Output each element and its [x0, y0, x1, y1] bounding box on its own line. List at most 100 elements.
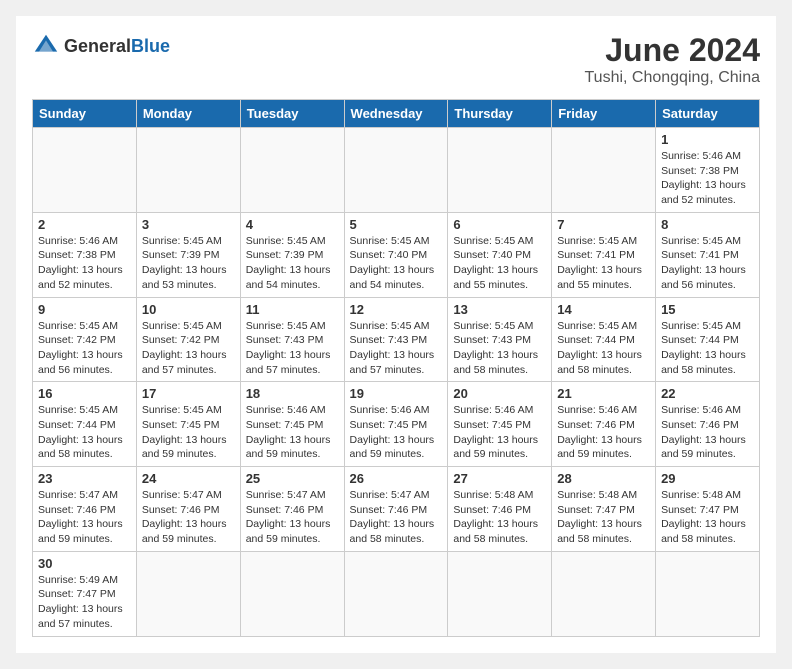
week-row-1: 1Sunrise: 5:46 AM Sunset: 7:38 PM Daylig…	[33, 128, 760, 213]
day-cell: 22Sunrise: 5:46 AM Sunset: 7:46 PM Dayli…	[656, 382, 760, 467]
day-number: 10	[142, 302, 235, 317]
day-cell: 7 Sunrise: 5:45 AM Sunset: 7:41 PM Daylig…	[552, 212, 656, 297]
weekday-header-monday: Monday	[136, 100, 240, 128]
day-info: Sunrise: 5:49 AM Sunset: 7:47 PM Dayligh…	[38, 573, 131, 632]
day-number: 15	[661, 302, 754, 317]
day-info: Sunrise: 5:46 AM Sunset: 7:45 PM Dayligh…	[453, 403, 546, 462]
day-info: Sunrise: 5:48 AM Sunset: 7:46 PM Dayligh…	[453, 488, 546, 547]
day-info: Sunrise: 5:45 AM Sunset: 7:42 PM Dayligh…	[142, 319, 235, 378]
day-cell: 28 Sunrise: 5:48 AM Sunset: 7:47 PM Dayli…	[552, 467, 656, 552]
day-number: 26	[350, 471, 443, 486]
day-number: 18	[246, 386, 339, 401]
day-cell: 30Sunrise: 5:49 AM Sunset: 7:47 PM Dayli…	[33, 551, 137, 636]
logo: GeneralBlue	[32, 32, 170, 60]
day-number: 2	[38, 217, 131, 232]
day-cell: 19 Sunrise: 5:46 AM Sunset: 7:45 PM Dayli…	[344, 382, 448, 467]
day-info: Sunrise: 5:47 AM Sunset: 7:46 PM Dayligh…	[246, 488, 339, 547]
day-cell: 16Sunrise: 5:45 AM Sunset: 7:44 PM Dayli…	[33, 382, 137, 467]
day-cell	[33, 128, 137, 213]
day-info: Sunrise: 5:45 AM Sunset: 7:41 PM Dayligh…	[557, 234, 650, 293]
day-cell	[448, 128, 552, 213]
day-cell	[240, 551, 344, 636]
weekday-header-wednesday: Wednesday	[344, 100, 448, 128]
day-number: 20	[453, 386, 546, 401]
day-cell: 18 Sunrise: 5:46 AM Sunset: 7:45 PM Dayli…	[240, 382, 344, 467]
day-number: 6	[453, 217, 546, 232]
day-cell: 27 Sunrise: 5:48 AM Sunset: 7:46 PM Dayli…	[448, 467, 552, 552]
week-row-3: 9 Sunrise: 5:45 AM Sunset: 7:42 PM Daylig…	[33, 297, 760, 382]
day-number: 22	[661, 386, 754, 401]
day-cell: 29 Sunrise: 5:48 AM Sunset: 7:47 PM Dayli…	[656, 467, 760, 552]
day-info: Sunrise: 5:47 AM Sunset: 7:46 PM Dayligh…	[142, 488, 235, 547]
day-info: Sunrise: 5:45 AM Sunset: 7:43 PM Dayligh…	[453, 319, 546, 378]
calendar-page: GeneralBlue June 2024 Tushi, Chongqing, …	[16, 16, 776, 653]
day-info: Sunrise: 5:45 AM Sunset: 7:44 PM Dayligh…	[557, 319, 650, 378]
day-number: 12	[350, 302, 443, 317]
day-number: 9	[38, 302, 131, 317]
day-info: Sunrise: 5:45 AM Sunset: 7:43 PM Dayligh…	[246, 319, 339, 378]
day-number: 25	[246, 471, 339, 486]
day-info: Sunrise: 5:46 AM Sunset: 7:45 PM Dayligh…	[246, 403, 339, 462]
day-cell: 26 Sunrise: 5:47 AM Sunset: 7:46 PM Dayli…	[344, 467, 448, 552]
day-info: Sunrise: 5:45 AM Sunset: 7:40 PM Dayligh…	[453, 234, 546, 293]
day-cell	[552, 551, 656, 636]
weekday-header-row: SundayMondayTuesdayWednesdayThursdayFrid…	[33, 100, 760, 128]
day-number: 27	[453, 471, 546, 486]
day-info: Sunrise: 5:48 AM Sunset: 7:47 PM Dayligh…	[557, 488, 650, 547]
day-cell	[136, 128, 240, 213]
day-cell: 13 Sunrise: 5:45 AM Sunset: 7:43 PM Dayli…	[448, 297, 552, 382]
title-block: June 2024 Tushi, Chongqing, China	[584, 32, 760, 87]
calendar-subtitle: Tushi, Chongqing, China	[584, 69, 760, 87]
weekday-header-saturday: Saturday	[656, 100, 760, 128]
day-cell	[656, 551, 760, 636]
weekday-header-thursday: Thursday	[448, 100, 552, 128]
weekday-header-friday: Friday	[552, 100, 656, 128]
day-number: 29	[661, 471, 754, 486]
day-cell: 10 Sunrise: 5:45 AM Sunset: 7:42 PM Dayli…	[136, 297, 240, 382]
day-cell: 25 Sunrise: 5:47 AM Sunset: 7:46 PM Dayli…	[240, 467, 344, 552]
day-cell: 9 Sunrise: 5:45 AM Sunset: 7:42 PM Daylig…	[33, 297, 137, 382]
day-info: Sunrise: 5:47 AM Sunset: 7:46 PM Dayligh…	[350, 488, 443, 547]
week-row-6: 30Sunrise: 5:49 AM Sunset: 7:47 PM Dayli…	[33, 551, 760, 636]
day-number: 28	[557, 471, 650, 486]
header: GeneralBlue June 2024 Tushi, Chongqing, …	[32, 32, 760, 87]
week-row-4: 16Sunrise: 5:45 AM Sunset: 7:44 PM Dayli…	[33, 382, 760, 467]
day-cell	[344, 128, 448, 213]
day-info: Sunrise: 5:45 AM Sunset: 7:44 PM Dayligh…	[661, 319, 754, 378]
weekday-header-sunday: Sunday	[33, 100, 137, 128]
day-cell: 1Sunrise: 5:46 AM Sunset: 7:38 PM Daylig…	[656, 128, 760, 213]
day-number: 11	[246, 302, 339, 317]
day-cell: 8Sunrise: 5:45 AM Sunset: 7:41 PM Daylig…	[656, 212, 760, 297]
calendar-table: SundayMondayTuesdayWednesdayThursdayFrid…	[32, 99, 760, 637]
day-number: 13	[453, 302, 546, 317]
day-number: 5	[350, 217, 443, 232]
day-cell: 17Sunrise: 5:45 AM Sunset: 7:45 PM Dayli…	[136, 382, 240, 467]
logo-blue-text: Blue	[131, 36, 170, 56]
day-cell	[136, 551, 240, 636]
day-number: 8	[661, 217, 754, 232]
day-number: 3	[142, 217, 235, 232]
day-info: Sunrise: 5:45 AM Sunset: 7:43 PM Dayligh…	[350, 319, 443, 378]
weekday-header-tuesday: Tuesday	[240, 100, 344, 128]
day-cell: 2Sunrise: 5:46 AM Sunset: 7:38 PM Daylig…	[33, 212, 137, 297]
day-cell: 6 Sunrise: 5:45 AM Sunset: 7:40 PM Daylig…	[448, 212, 552, 297]
day-info: Sunrise: 5:46 AM Sunset: 7:45 PM Dayligh…	[350, 403, 443, 462]
day-info: Sunrise: 5:45 AM Sunset: 7:42 PM Dayligh…	[38, 319, 131, 378]
day-info: Sunrise: 5:48 AM Sunset: 7:47 PM Dayligh…	[661, 488, 754, 547]
day-number: 14	[557, 302, 650, 317]
day-cell: 20 Sunrise: 5:46 AM Sunset: 7:45 PM Dayli…	[448, 382, 552, 467]
day-cell: 24Sunrise: 5:47 AM Sunset: 7:46 PM Dayli…	[136, 467, 240, 552]
day-cell: 21Sunrise: 5:46 AM Sunset: 7:46 PM Dayli…	[552, 382, 656, 467]
day-info: Sunrise: 5:46 AM Sunset: 7:46 PM Dayligh…	[557, 403, 650, 462]
day-cell: 14 Sunrise: 5:45 AM Sunset: 7:44 PM Dayli…	[552, 297, 656, 382]
day-cell	[240, 128, 344, 213]
day-number: 7	[557, 217, 650, 232]
calendar-title: June 2024	[584, 32, 760, 69]
day-cell: 5Sunrise: 5:45 AM Sunset: 7:40 PM Daylig…	[344, 212, 448, 297]
day-number: 4	[246, 217, 339, 232]
day-number: 19	[350, 386, 443, 401]
day-number: 23	[38, 471, 131, 486]
day-info: Sunrise: 5:47 AM Sunset: 7:46 PM Dayligh…	[38, 488, 131, 547]
day-cell: 12 Sunrise: 5:45 AM Sunset: 7:43 PM Dayli…	[344, 297, 448, 382]
logo-general-text: General	[64, 36, 131, 56]
